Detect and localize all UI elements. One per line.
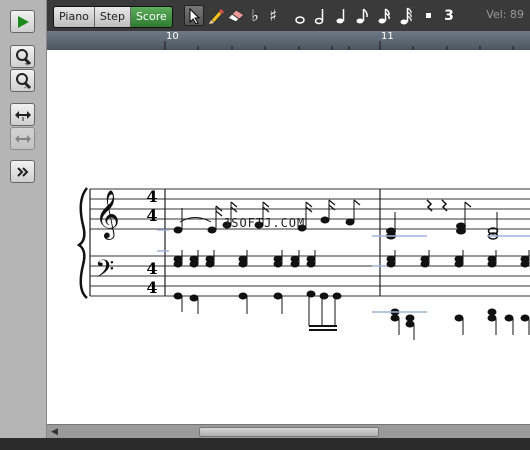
view-tabs: Piano Step Score <box>53 6 173 28</box>
tab-score[interactable]: Score <box>130 7 172 27</box>
horizontal-scrollbar[interactable]: ◀ <box>47 424 530 439</box>
tab-piano[interactable]: Piano <box>54 7 95 27</box>
treble-time-numerator: 4 <box>146 187 158 206</box>
dot-icon <box>426 12 431 18</box>
bass-notes <box>173 250 530 340</box>
svg-text:+: + <box>24 60 30 66</box>
status-bar <box>0 438 530 450</box>
quarter-note-icon <box>336 8 345 23</box>
thirtysecond-note-button[interactable] <box>399 5 413 26</box>
bass-time-numerator: 4 <box>146 259 158 278</box>
top-toolbar: Piano Step Score ♭ ♯ 3 Vel: 89 <box>47 0 530 31</box>
zoom-out-icon: - <box>15 72 31 90</box>
whole-note-icon <box>295 15 305 24</box>
pencil-icon <box>209 8 224 24</box>
zoom-out-button[interactable]: - <box>10 69 35 92</box>
quarter-note-button[interactable] <box>334 5 348 26</box>
select-tool-button[interactable] <box>184 5 204 26</box>
ledger-highlights <box>157 229 530 313</box>
flat-icon: ♭ <box>251 5 259 25</box>
more-icon <box>16 166 28 177</box>
score-staves: 𝄞 𝄢 <box>76 187 530 340</box>
bass-time-signature: 4 4 <box>144 259 160 297</box>
scroll-left-icon[interactable]: ◀ <box>51 427 58 437</box>
grand-staff-brace <box>76 187 89 299</box>
treble-time-denominator: 4 <box>146 206 158 225</box>
more-tools-button[interactable] <box>10 160 35 183</box>
measure-ruler[interactable]: 10 11 <box>47 31 530 51</box>
shrink-horizontal-icon <box>14 134 31 143</box>
measure-label-10: 10 <box>166 31 179 42</box>
expand-horizontal-button[interactable] <box>10 103 35 126</box>
pencil-tool-button[interactable] <box>207 5 225 26</box>
ruler-ticks <box>164 41 514 50</box>
treble-clef-icon: 𝄞 <box>95 189 120 240</box>
left-toolbar: + - <box>0 0 47 438</box>
flat-button[interactable]: ♭ <box>248 5 262 26</box>
shrink-horizontal-button[interactable] <box>10 127 35 150</box>
dot-button[interactable] <box>424 5 434 26</box>
sixteenth-note-button[interactable] <box>377 5 391 26</box>
score-canvas[interactable]: 𝄞 𝄢 4 4 4 4 JSOFTJ.COM <box>47 50 530 424</box>
play-button[interactable] <box>10 10 35 33</box>
zoom-in-icon: + <box>15 48 31 66</box>
scrollbar-thumb[interactable] <box>199 427 379 437</box>
tab-step[interactable]: Step <box>94 7 131 27</box>
measure-label-11: 11 <box>381 31 394 42</box>
thirtysecond-note-icon <box>400 6 412 24</box>
eraser-tool-button[interactable] <box>227 5 245 26</box>
zoom-in-button[interactable]: + <box>10 45 35 68</box>
half-note-button[interactable] <box>313 5 327 26</box>
eraser-icon <box>227 8 245 23</box>
bass-clef-icon: 𝄢 <box>95 255 114 290</box>
sharp-button[interactable]: ♯ <box>266 5 280 26</box>
tuplet-button[interactable]: 3 <box>442 5 456 26</box>
treble-time-signature: 4 4 <box>144 187 160 225</box>
expand-horizontal-icon <box>14 110 31 121</box>
watermark: JSOFTJ.COM <box>223 216 306 230</box>
half-note-icon <box>314 8 324 24</box>
select-arrow-icon <box>189 7 200 24</box>
whole-note-button[interactable] <box>293 5 307 26</box>
eighth-note-icon <box>356 7 368 23</box>
sixteenth-note-icon <box>378 7 390 23</box>
eighth-note-button[interactable] <box>355 5 369 26</box>
sharp-icon: ♯ <box>269 5 277 25</box>
bass-time-denominator: 4 <box>146 278 158 297</box>
velocity-readout: Vel: 89 <box>486 8 524 21</box>
play-icon <box>17 15 29 28</box>
